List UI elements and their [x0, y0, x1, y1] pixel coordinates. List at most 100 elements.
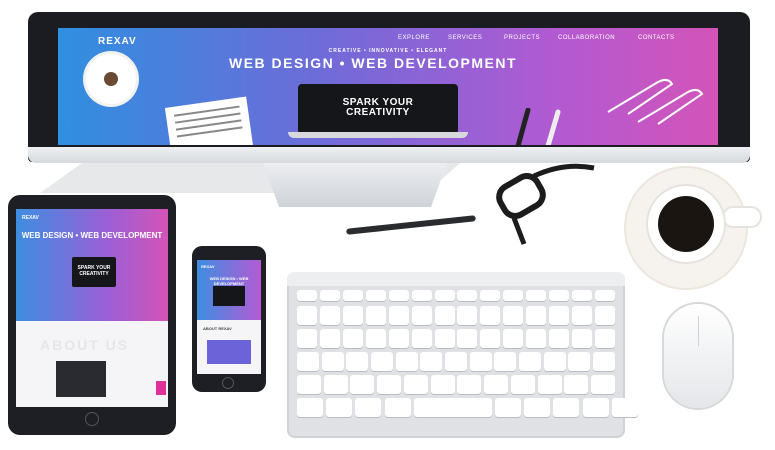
keyboard-key[interactable] — [582, 398, 609, 417]
keyboard-key[interactable] — [388, 306, 409, 325]
keyboard-key[interactable] — [434, 306, 455, 325]
keyboard-key[interactable] — [572, 290, 593, 301]
keyboard-key[interactable] — [342, 290, 363, 301]
keyboard-key[interactable] — [319, 329, 340, 348]
keyboard-key[interactable] — [323, 375, 348, 394]
keyboard-key[interactable] — [430, 375, 455, 394]
mouse-divider — [698, 316, 699, 346]
keyboard-key[interactable] — [572, 329, 593, 348]
keyboard-key[interactable] — [484, 375, 509, 394]
keyboard-key[interactable] — [526, 290, 547, 301]
keyboard-key[interactable] — [503, 290, 524, 301]
keyboard-key[interactable] — [457, 290, 478, 301]
nav-explore[interactable]: EXPLORE — [398, 35, 430, 41]
keyboard-key[interactable] — [413, 398, 492, 417]
keyboard-key[interactable] — [480, 290, 501, 301]
nav-projects[interactable]: PROJECTS — [504, 35, 540, 41]
keyboard-key[interactable] — [549, 329, 570, 348]
keyboard-key[interactable] — [457, 329, 478, 348]
desktop-brand-logo[interactable]: REXAV — [98, 36, 137, 47]
monitor-stand — [263, 163, 447, 207]
keyboard-key[interactable] — [365, 290, 386, 301]
tablet-scroll-button[interactable] — [156, 381, 166, 395]
keyboard-key[interactable] — [388, 290, 409, 301]
keyboard-key[interactable] — [524, 398, 551, 417]
tablet-about-heading: ABOUT US — [40, 337, 130, 353]
tablet-screen: REXAV WEB DESIGN • WEB DEVELOPMENT SPARK… — [16, 209, 168, 407]
phone-about-heading: ABOUT REXAV — [203, 326, 232, 331]
keyboard-key[interactable] — [591, 375, 615, 394]
keyboard-key[interactable] — [420, 352, 443, 371]
nav-services[interactable]: SERVICES — [448, 35, 482, 41]
keyboard-key[interactable] — [326, 398, 353, 417]
keyboard-top-bar — [287, 272, 625, 286]
keyboard-key[interactable] — [297, 375, 321, 394]
keyboard-key[interactable] — [549, 306, 570, 325]
tablet-laptop-illustration: SPARK YOUR CREATIVITY — [72, 257, 116, 287]
tablet-brand[interactable]: REXAV — [22, 215, 39, 221]
keyboard-key[interactable] — [321, 352, 344, 371]
keyboard-key[interactable] — [549, 290, 570, 301]
keyboard-key[interactable] — [365, 306, 386, 325]
keyboard-key[interactable] — [457, 306, 478, 325]
keyboard-key[interactable] — [611, 398, 638, 417]
keyboard-key[interactable] — [319, 290, 340, 301]
keyboard-key[interactable] — [388, 329, 409, 348]
keyboard-key[interactable] — [384, 398, 411, 417]
keyboard-key[interactable] — [434, 329, 455, 348]
keyboard-key[interactable] — [480, 306, 501, 325]
keyboard-key[interactable] — [543, 352, 566, 371]
keyboard-key[interactable] — [494, 352, 517, 371]
keyboard-key[interactable] — [297, 290, 317, 301]
keyboard-key[interactable] — [377, 375, 402, 394]
keyboard-key[interactable] — [503, 329, 524, 348]
tablet-thumbnail — [56, 361, 106, 397]
keyboard-key[interactable] — [395, 352, 418, 371]
keyboard-key[interactable] — [297, 329, 317, 348]
keyboard-key[interactable] — [510, 375, 535, 394]
keyboard-key[interactable] — [469, 352, 492, 371]
keyboard-key[interactable] — [411, 290, 432, 301]
keyboard-key[interactable] — [564, 375, 589, 394]
keyboard-key[interactable] — [568, 352, 591, 371]
keyboard-key[interactable] — [457, 375, 482, 394]
keyboard-key[interactable] — [526, 306, 547, 325]
phone-home-button[interactable] — [222, 377, 234, 389]
keyboard-key[interactable] — [297, 306, 317, 325]
keyboard-key[interactable] — [342, 306, 363, 325]
phone-brand[interactable]: REXAV — [201, 264, 214, 269]
coffee-cup-illustration — [86, 54, 136, 104]
keyboard-key[interactable] — [595, 290, 615, 301]
keyboard-key[interactable] — [346, 352, 369, 371]
keyboard-key[interactable] — [595, 329, 615, 348]
keyboard-key[interactable] — [495, 398, 521, 417]
tablet-home-button[interactable] — [85, 412, 99, 426]
keyboard-key[interactable] — [319, 306, 340, 325]
keyboard-key[interactable] — [553, 398, 580, 417]
phone-laptop-illustration — [213, 286, 245, 306]
keyboard-key[interactable] — [297, 352, 319, 371]
nav-contacts[interactable]: CONTACTS — [638, 35, 675, 41]
keyboard-key[interactable] — [593, 352, 615, 371]
keyboard-key[interactable] — [342, 329, 363, 348]
tablet-headline: WEB DESIGN • WEB DEVELOPMENT — [21, 231, 163, 240]
nav-collaboration[interactable]: COLLABORATION — [558, 35, 615, 41]
keyboard-key[interactable] — [503, 306, 524, 325]
keyboard-key[interactable] — [526, 329, 547, 348]
keyboard-key[interactable] — [480, 329, 501, 348]
keyboard-key[interactable] — [537, 375, 562, 394]
tablet-hero: REXAV WEB DESIGN • WEB DEVELOPMENT SPARK… — [16, 209, 168, 321]
keyboard-key[interactable] — [355, 398, 382, 417]
keyboard-key[interactable] — [519, 352, 541, 371]
keyboard-key[interactable] — [411, 306, 432, 325]
keyboard-key[interactable] — [445, 352, 467, 371]
keyboard-key[interactable] — [411, 329, 432, 348]
keyboard-key[interactable] — [403, 375, 428, 394]
keyboard-key[interactable] — [371, 352, 393, 371]
keyboard-key[interactable] — [595, 306, 615, 325]
keyboard-key[interactable] — [297, 398, 323, 417]
keyboard-key[interactable] — [365, 329, 386, 348]
keyboard-key[interactable] — [350, 375, 375, 394]
keyboard-key[interactable] — [434, 290, 455, 301]
keyboard-key[interactable] — [572, 306, 593, 325]
